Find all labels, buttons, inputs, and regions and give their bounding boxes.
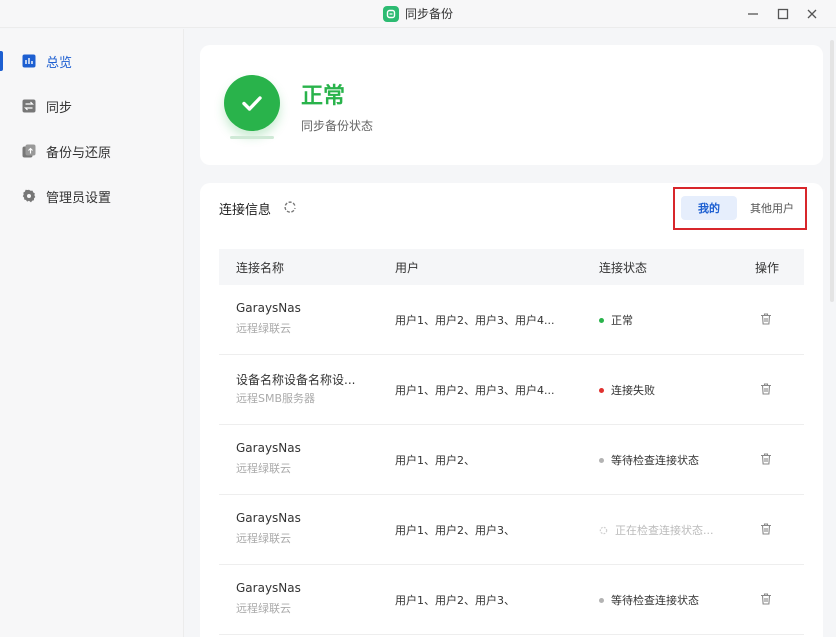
maximize-icon (777, 8, 789, 20)
highlight-box (673, 187, 807, 230)
sidebar-item-label: 管理员设置 (46, 190, 112, 206)
connection-type: 远程绿联云 (236, 532, 291, 545)
connection-state: 等待检查连接状态 (599, 452, 699, 468)
connection-name: GaraysNas (236, 581, 301, 595)
window-title: 同步备份 (404, 7, 454, 21)
delete-icon[interactable] (759, 522, 773, 536)
close-button[interactable] (801, 3, 823, 25)
sidebar: 总览 同步 备份与还原 管理员设置 (0, 29, 184, 637)
connection-state-label: 连接失败 (611, 384, 655, 397)
sidebar-item-sync[interactable]: 同步 (0, 88, 184, 124)
connection-state: 正在检查连接状态... (599, 522, 714, 538)
connection-state-label: 等待检查连接状态 (611, 594, 699, 607)
delete-icon[interactable] (759, 312, 773, 326)
connection-type: 远程绿联云 (236, 462, 291, 475)
chart-icon (22, 54, 36, 68)
delete-icon[interactable] (759, 452, 773, 466)
connection-name: GaraysNas (236, 511, 301, 525)
status-dot (599, 457, 604, 463)
table-header: 连接名称 用户 连接状态 操作 (219, 249, 804, 285)
sync-icon (22, 99, 36, 113)
minimize-button[interactable] (742, 3, 764, 25)
sidebar-item-overview[interactable]: 总览 (0, 43, 184, 79)
delete-icon[interactable] (759, 382, 773, 396)
connection-state-label: 正在检查连接状态... (615, 524, 714, 537)
sidebar-item-label: 备份与还原 (46, 145, 112, 161)
maximize-button[interactable] (772, 3, 794, 25)
gear-icon (22, 189, 36, 203)
connection-users: 用户1、用户2、用户3、用户4... (395, 314, 555, 327)
table-row[interactable]: GaraysNas 远程绿联云 用户1、用户2、 等待检查连接状态 (219, 425, 804, 495)
status-dot (599, 597, 604, 603)
delete-icon[interactable] (759, 592, 773, 606)
loading-icon (599, 526, 608, 534)
table-row[interactable]: GaraysNas 远程绿联云 用户1、用户2、用户3、用户4... 正常 (219, 285, 804, 355)
app-logo-icon (382, 5, 399, 22)
connection-name: GaraysNas (236, 301, 301, 315)
connection-state-label: 正常 (611, 314, 633, 327)
column-header-action: 操作 (755, 261, 780, 275)
sidebar-item-label: 同步 (46, 100, 73, 116)
connection-name: 设备名称设备名称设... (236, 373, 356, 387)
connection-state: 正常 (599, 312, 633, 328)
status-subtitle: 同步备份状态 (301, 119, 374, 133)
connection-type: 远程绿联云 (236, 602, 291, 615)
connection-users: 用户1、用户2、用户3、用户4... (395, 384, 555, 397)
refresh-icon[interactable] (283, 200, 297, 214)
status-dot (599, 317, 604, 323)
connection-state: 等待检查连接状态 (599, 592, 699, 608)
status-title: 正常 (301, 84, 346, 109)
connection-users: 用户1、用户2、用户3、 (395, 594, 515, 607)
column-header-name: 连接名称 (236, 261, 285, 275)
table-row[interactable]: GaraysNas 远程绿联云 用户1、用户2、用户3、 等待检查连接状态 (219, 565, 804, 635)
connection-type: 远程绿联云 (236, 322, 291, 335)
connection-users: 用户1、用户2、用户3、 (395, 524, 515, 537)
sidebar-item-backup[interactable]: 备份与还原 (0, 133, 184, 169)
title-bar: 同步备份 (0, 0, 836, 28)
scrollbar[interactable] (830, 40, 834, 302)
status-icon-shadow (230, 136, 274, 139)
close-icon (807, 9, 817, 19)
status-dot (599, 387, 604, 393)
connection-state-label: 等待检查连接状态 (611, 454, 699, 467)
status-ok-icon (224, 75, 280, 131)
connections-title: 连接信息 (219, 203, 272, 218)
connection-type: 远程SMB服务器 (236, 392, 316, 405)
connection-state: 连接失败 (599, 382, 655, 398)
column-header-user: 用户 (395, 261, 420, 275)
backup-icon (22, 144, 36, 158)
table-row[interactable]: 设备名称设备名称设... 远程SMB服务器 用户1、用户2、用户3、用户4... 连接… (219, 355, 804, 425)
window-title-group: 同步备份 (382, 5, 454, 22)
column-header-state: 连接状态 (599, 261, 648, 275)
minimize-icon (748, 13, 758, 15)
connection-name: GaraysNas (236, 441, 301, 455)
connections-card: 连接信息 我的 其他用户 连接名称 用户 连接状态 操作 GaraysNas 远程… (200, 183, 823, 637)
connection-users: 用户1、用户2、 (395, 454, 475, 467)
sidebar-item-label: 总览 (46, 55, 73, 71)
table-row[interactable]: GaraysNas 远程绿联云 用户1、用户2、用户3、 正在检查连接状态... (219, 495, 804, 565)
status-card: 正常 同步备份状态 (200, 45, 823, 165)
sidebar-item-admin-settings[interactable]: 管理员设置 (0, 178, 184, 214)
